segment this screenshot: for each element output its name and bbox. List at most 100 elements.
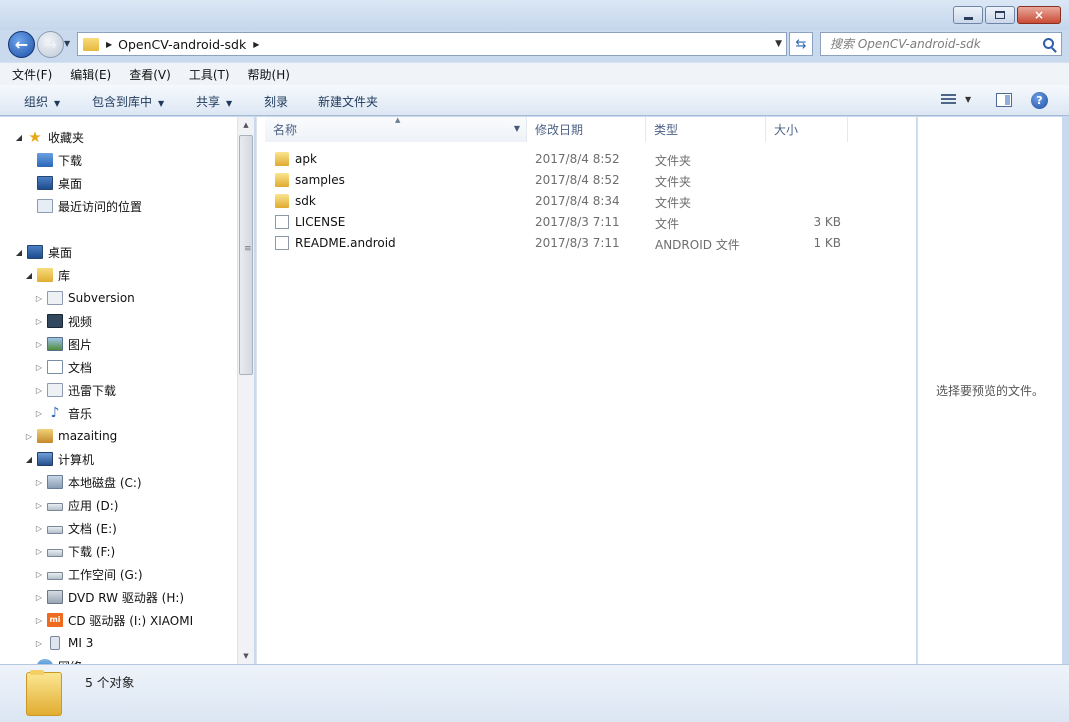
collapse-icon[interactable]: ◢ [14, 133, 24, 142]
expand-icon[interactable]: ▷ [34, 340, 44, 349]
nav-drive-g[interactable]: ▷ 工作空间 (G:) [34, 563, 143, 585]
minimize-button[interactable] [953, 6, 983, 24]
column-label: 类型 [654, 123, 679, 137]
nav-drive-d[interactable]: ▷ 应用 (D:) [34, 494, 119, 516]
share-button[interactable]: 共享 ▼ [196, 93, 232, 110]
file-type: 文件夹 [655, 175, 692, 189]
burn-button[interactable]: 刻录 [264, 93, 288, 110]
nav-lib-documents[interactable]: ▷ 文档 [34, 356, 92, 378]
menu-tools[interactable]: 工具(T) [187, 64, 232, 85]
close-button[interactable]: × [1017, 6, 1061, 24]
expand-icon[interactable]: ▷ [34, 639, 44, 648]
download-folder-icon [37, 153, 53, 167]
scrollbar-thumb[interactable]: ≡ [239, 135, 253, 375]
column-header-date[interactable]: 修改日期 [527, 117, 646, 142]
breadcrumb-chevron-icon[interactable]: ▶ [106, 40, 112, 49]
nav-lib-videos[interactable]: ▷ 视频 [34, 310, 92, 332]
column-header-type[interactable]: 类型 [646, 117, 766, 142]
scroll-up-icon[interactable]: ▲ [238, 117, 254, 133]
file-row[interactable]: README.android 2017/8/3 7:11 ANDROID 文件 … [269, 233, 859, 254]
expand-icon[interactable]: ▷ [34, 317, 44, 326]
nav-libraries[interactable]: ◢ 库 [24, 264, 70, 286]
nav-lib-pictures[interactable]: ▷ 图片 [34, 333, 92, 355]
maximize-button[interactable] [985, 6, 1015, 24]
nav-label: 文档 [68, 360, 93, 375]
search-input[interactable] [830, 37, 1040, 51]
file-row[interactable]: LICENSE 2017/8/3 7:11 文件 3 KB [269, 212, 859, 233]
address-bar[interactable]: ▶ OpenCV-android-sdk ▶ ▼ [77, 32, 787, 56]
collapse-icon[interactable]: ◢ [24, 455, 34, 464]
nav-scrollbar[interactable]: ▲ ≡ ▼ [237, 117, 254, 664]
nav-label: mazaiting [58, 429, 118, 443]
expand-icon[interactable]: ▷ [34, 363, 44, 372]
nav-drive-i[interactable]: ▷ mi CD 驱动器 (I:) XIAOMI [34, 609, 193, 631]
menu-view[interactable]: 查看(V) [127, 64, 173, 85]
address-history-dropdown[interactable]: ▼ [775, 39, 782, 49]
file-row[interactable]: apk 2017/8/4 8:52 文件夹 [269, 149, 859, 170]
file-type: 文件夹 [655, 154, 692, 168]
nav-drive-c[interactable]: ▷ 本地磁盘 (C:) [34, 471, 142, 493]
include-library-button[interactable]: 包含到库中 ▼ [92, 93, 164, 110]
grip-icon: ≡ [244, 244, 252, 254]
scroll-down-icon[interactable]: ▼ [238, 648, 254, 664]
view-options-icon[interactable] [941, 94, 956, 106]
expand-icon[interactable]: ▷ [24, 432, 34, 441]
breadcrumb-current[interactable]: OpenCV-android-sdk [118, 37, 246, 52]
file-type: 文件 [655, 217, 680, 231]
view-options-dropdown[interactable]: ▼ [965, 95, 971, 104]
forward-button[interactable]: → [37, 31, 64, 58]
computer-icon [37, 452, 53, 466]
expand-icon[interactable]: ▷ [34, 570, 44, 579]
nav-label: DVD RW 驱动器 (H:) [68, 590, 185, 605]
expand-icon[interactable]: ▷ [34, 501, 44, 510]
file-row[interactable]: samples 2017/8/4 8:52 文件夹 [269, 170, 859, 191]
refresh-button[interactable]: ⇆ [789, 32, 813, 56]
expand-icon[interactable]: ▷ [34, 294, 44, 303]
column-header-name[interactable]: ▲ 名称 ▼ [265, 116, 527, 142]
file-row[interactable]: sdk 2017/8/4 8:34 文件夹 [269, 191, 859, 212]
nav-downloads[interactable]: 下载 [24, 149, 82, 171]
expand-icon[interactable]: ▷ [34, 386, 44, 395]
menu-edit[interactable]: 编辑(E) [68, 64, 113, 85]
nav-drive-f[interactable]: ▷ 下载 (F:) [34, 540, 115, 562]
nav-lib-thunder-downloads[interactable]: ▷ 迅雷下载 [34, 379, 116, 401]
expand-icon[interactable]: ▷ [34, 524, 44, 533]
nav-computer[interactable]: ◢ 计算机 [24, 448, 94, 470]
download-library-icon [47, 383, 63, 397]
breadcrumb-chevron-icon[interactable]: ▶ [253, 40, 259, 49]
menu-file[interactable]: 文件(F) [10, 64, 54, 85]
search-box[interactable] [820, 32, 1062, 56]
search-icon[interactable] [1043, 38, 1054, 49]
recent-pages-dropdown[interactable]: ▼ [64, 39, 70, 48]
folder-icon [275, 173, 289, 187]
document-icon [47, 360, 63, 374]
menu-help[interactable]: 帮助(H) [246, 64, 292, 85]
nav-desktop-fav[interactable]: 桌面 [24, 172, 82, 194]
collapse-icon[interactable]: ◢ [24, 271, 34, 280]
nav-drive-e[interactable]: ▷ 文档 (E:) [34, 517, 117, 539]
nav-lib-music[interactable]: ▷ ♪ 音乐 [34, 402, 92, 424]
video-icon [47, 314, 63, 328]
new-folder-button[interactable]: 新建文件夹 [318, 93, 378, 110]
column-filter-dropdown[interactable]: ▼ [514, 124, 520, 133]
expand-icon[interactable]: ▷ [34, 593, 44, 602]
nav-network[interactable]: ▷网络 [24, 655, 82, 664]
nav-user[interactable]: ▷ mazaiting [24, 425, 117, 447]
expand-icon[interactable]: ▷ [34, 478, 44, 487]
expand-icon[interactable]: ▷ [34, 409, 44, 418]
navigation-pane: ◢ ★ 收藏夹 下载 桌面 最近访问的位置 ◢ 桌面 ◢ 库 ▷ Subversion ▷… [0, 117, 254, 664]
preview-pane-icon[interactable] [996, 93, 1012, 107]
nav-recent[interactable]: 最近访问的位置 [24, 195, 142, 217]
nav-lib-subversion[interactable]: ▷ Subversion [34, 287, 135, 309]
collapse-icon[interactable]: ◢ [14, 248, 24, 257]
nav-drive-h[interactable]: ▷ DVD RW 驱动器 (H:) [34, 586, 184, 608]
column-header-size[interactable]: 大小 [766, 117, 848, 142]
organize-button[interactable]: 组织 ▼ [24, 93, 60, 110]
back-button[interactable]: ← [8, 31, 35, 58]
help-icon[interactable]: ? [1031, 92, 1048, 109]
nav-favorites[interactable]: ◢ ★ 收藏夹 [14, 126, 84, 148]
expand-icon[interactable]: ▷ [34, 547, 44, 556]
nav-device-mi3[interactable]: ▷ MI 3 [34, 632, 93, 654]
expand-icon[interactable]: ▷ [34, 616, 44, 625]
nav-desktop[interactable]: ◢ 桌面 [14, 241, 72, 263]
